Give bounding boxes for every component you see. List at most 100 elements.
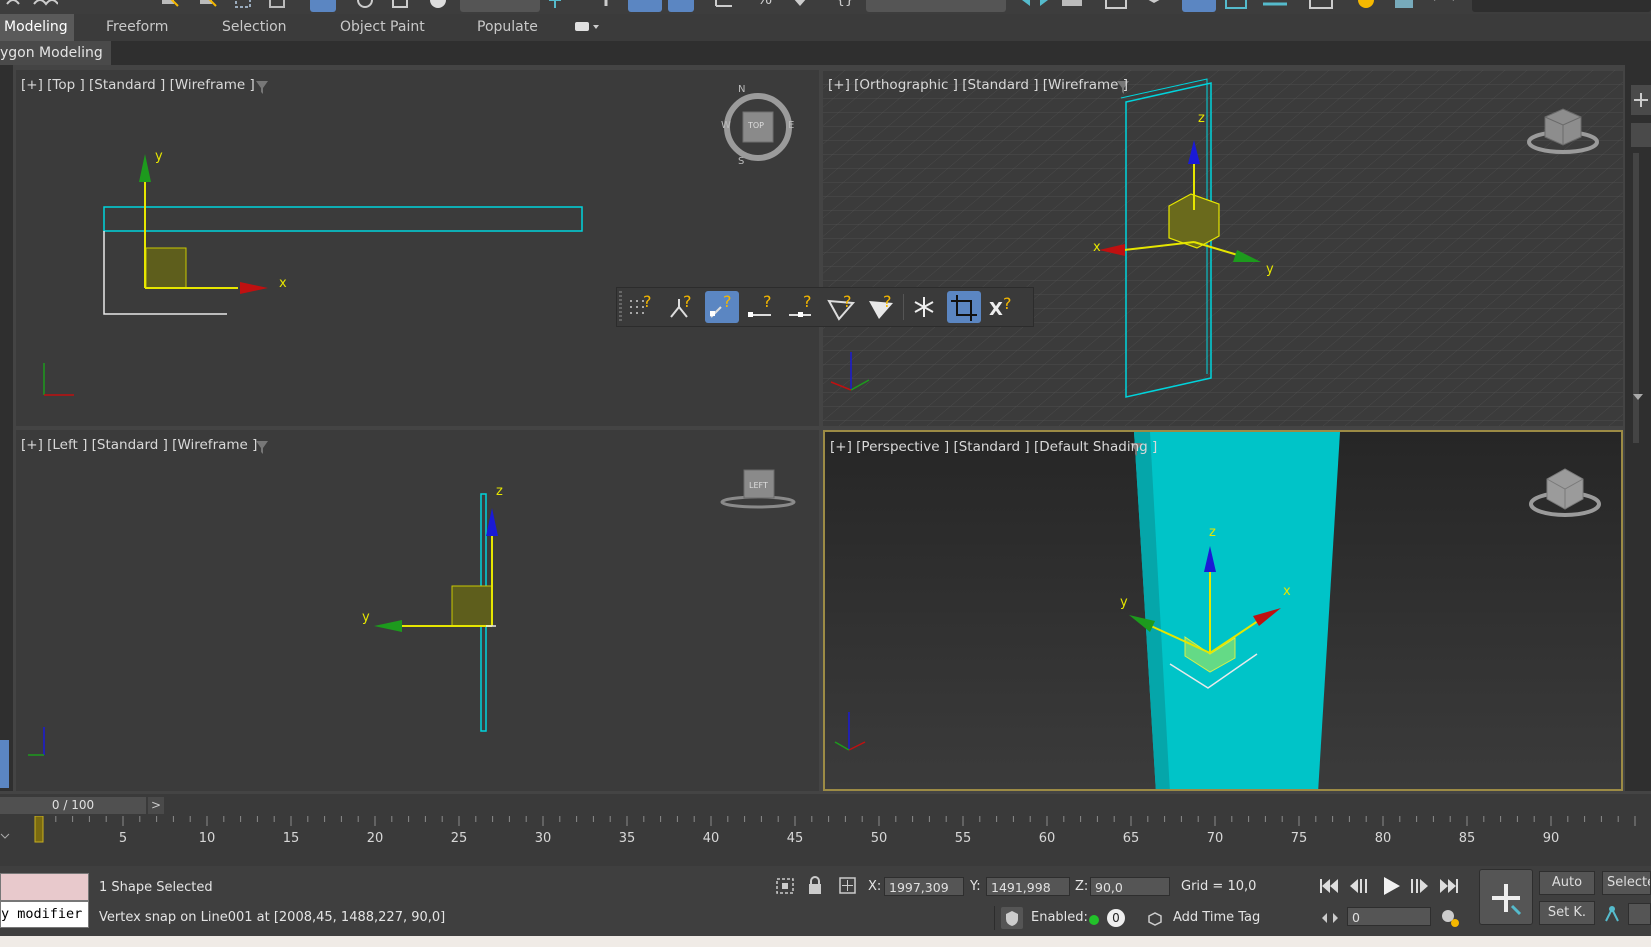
pivot-snap-icon[interactable]: ? — [665, 291, 699, 323]
reference-coordinate-dropdown[interactable] — [460, 0, 540, 12]
redo-icon[interactable] — [32, 0, 59, 10]
go-to-end-icon[interactable] — [1438, 876, 1460, 900]
use-axis-constraints-icon[interactable] — [947, 291, 981, 323]
toggle-scene-explorer-icon[interactable] — [1105, 0, 1127, 10]
time-configuration-icon[interactable] — [1320, 910, 1340, 930]
tab-selection[interactable]: Selection — [222, 14, 287, 41]
command-panel-tab[interactable] — [1631, 123, 1651, 147]
auto-key-button[interactable]: Auto — [1539, 871, 1595, 895]
toolbar-grip[interactable] — [619, 291, 622, 323]
viewcube-face-label[interactable]: LEFT — [749, 481, 768, 490]
tab-modeling[interactable]: Modeling — [0, 14, 74, 41]
edge-snap-icon[interactable]: ? — [825, 291, 859, 323]
x-coord-field[interactable]: 1997,309 — [884, 877, 964, 896]
tab-freeform[interactable]: Freeform — [106, 14, 168, 41]
selection-lock-icon[interactable] — [806, 875, 824, 901]
z-coord-field[interactable]: 90,0 — [1090, 877, 1170, 896]
isolate-selection-icon[interactable] — [774, 876, 796, 900]
midpoint-snap-icon[interactable]: ? — [785, 291, 819, 323]
left-edge-tab[interactable] — [0, 740, 9, 788]
maxscript-listener-pink[interactable] — [0, 873, 89, 901]
time-slider-track[interactable] — [0, 794, 1651, 816]
align-icon[interactable] — [1060, 0, 1082, 10]
selection-set-dropdown[interactable]: Selecte — [1602, 871, 1651, 895]
rendered-frame-window-icon[interactable] — [1393, 0, 1413, 10]
scale-icon[interactable] — [390, 0, 410, 10]
y-coord-field[interactable]: 1491,998 — [986, 877, 1070, 896]
time-config-gear-icon[interactable] — [1439, 907, 1461, 933]
time-tag-icon[interactable] — [1147, 911, 1163, 931]
viewport-ortho-label[interactable]: [+] [Orthographic ] [Standard ] [Wirefra… — [828, 77, 1128, 93]
previous-frame-icon[interactable] — [1348, 876, 1370, 900]
select-manipulate-icon[interactable] — [598, 0, 618, 10]
placement-icon[interactable] — [428, 0, 448, 10]
ruler-label: 20 — [367, 831, 384, 846]
key-filters-icon[interactable] — [1602, 903, 1624, 929]
gizmo-y-label: y — [1120, 595, 1128, 610]
next-frame-button[interactable]: > — [148, 797, 164, 814]
select-move-button[interactable] — [310, 0, 336, 12]
z-axis-arrow — [486, 508, 498, 536]
grid-points-snap-icon[interactable]: ? — [625, 291, 659, 323]
viewport-persp-label[interactable]: [+] [Perspective ] [Standard ] [Default … — [830, 439, 1157, 455]
viewport-left[interactable]: [+] [Left ] [Standard ] [Wireframe ] LEF… — [16, 430, 819, 791]
snap-to-frozen-icon[interactable] — [907, 291, 941, 323]
time-slider-thumb[interactable]: 0 / 100 — [0, 797, 146, 814]
rotate-icon[interactable] — [355, 0, 375, 10]
render-setup-icon[interactable] — [1356, 0, 1376, 10]
viewcube-face-label[interactable]: TOP — [748, 121, 764, 130]
vertex-snap-icon[interactable]: ? — [705, 291, 739, 323]
tab-populate[interactable]: Populate — [477, 14, 538, 41]
scroll-down-icon[interactable] — [1631, 391, 1645, 406]
mirror-icon[interactable] — [1020, 0, 1048, 10]
curve-editor-icon[interactable] — [1225, 0, 1247, 10]
exclude-snap-icon[interactable]: X? — [987, 291, 1021, 323]
undo-icon[interactable] — [5, 0, 25, 10]
layer-explorer-icon[interactable] — [1143, 0, 1163, 10]
angle-snap-icon[interactable] — [714, 0, 734, 10]
polygon-modeling-panel[interactable]: ygon Modeling — [0, 41, 111, 65]
keyboard-shortcut-override-button[interactable] — [628, 0, 662, 12]
ribbon-options-icon[interactable] — [574, 20, 600, 38]
face-snap-icon[interactable]: ? — [865, 291, 899, 323]
spinner-snap-icon[interactable] — [790, 0, 810, 10]
x-axis-arrow — [240, 282, 268, 294]
next-frame-icon[interactable] — [1408, 876, 1430, 900]
toggle-ribbon-button[interactable] — [1182, 0, 1216, 12]
track-bar[interactable]: 051015202530354045505560657075808590 — [0, 815, 1651, 866]
named-selection-sets-dropdown[interactable] — [866, 0, 1006, 12]
set-key-button-large[interactable] — [1479, 869, 1533, 925]
track-bar-expand-icon[interactable] — [0, 830, 10, 845]
endpoint-snap-icon[interactable]: ? — [745, 291, 779, 323]
filter-icon — [256, 441, 268, 454]
pivot-center-icon[interactable] — [545, 0, 565, 10]
play-icon[interactable] — [1380, 875, 1402, 901]
ruler-label: 55 — [955, 831, 972, 846]
ruler-label: 75 — [1291, 831, 1308, 846]
viewport-perspective[interactable]: [+] [Perspective ] [Standard ] [Default … — [823, 430, 1623, 791]
enabled-count-badge[interactable]: 0 — [1107, 909, 1125, 927]
select-by-name-icon[interactable] — [198, 0, 218, 10]
go-to-start-icon[interactable] — [1318, 876, 1340, 900]
create-panel-icon[interactable] — [1631, 85, 1651, 115]
render-production-icon[interactable] — [1432, 0, 1454, 10]
rectangular-selection-icon[interactable] — [234, 0, 254, 10]
absolute-mode-transform-icon[interactable] — [838, 876, 858, 900]
snaps-toggle-button[interactable] — [668, 0, 694, 12]
select-object-icon[interactable] — [160, 0, 180, 10]
edit-named-selection-icon[interactable]: {} — [834, 0, 854, 10]
adaptive-degradation-icon[interactable] — [1001, 907, 1023, 929]
percent-snap-icon[interactable]: % — [756, 0, 776, 10]
viewport-top[interactable]: [+] [Top ] [Standard ] [Wireframe ] N S … — [16, 70, 819, 426]
schematic-view-icon[interactable] — [1262, 0, 1287, 10]
key-filters-field[interactable] — [1628, 903, 1651, 925]
workspace-dropdown[interactable] — [1472, 0, 1651, 12]
add-time-tag[interactable]: Add Time Tag — [1173, 910, 1260, 925]
tab-object-paint[interactable]: Object Paint — [340, 14, 425, 41]
current-frame-field[interactable]: 0 — [1347, 907, 1431, 926]
material-editor-icon[interactable] — [1308, 0, 1333, 10]
set-key-mode-button[interactable]: Set K. — [1539, 901, 1595, 925]
window-crossing-icon[interactable] — [268, 0, 288, 10]
maxscript-mini-listener[interactable]: y modifier — [0, 901, 89, 928]
viewport-orthographic[interactable]: [+] [Orthographic ] [Standard ] [Wirefra… — [823, 70, 1623, 426]
